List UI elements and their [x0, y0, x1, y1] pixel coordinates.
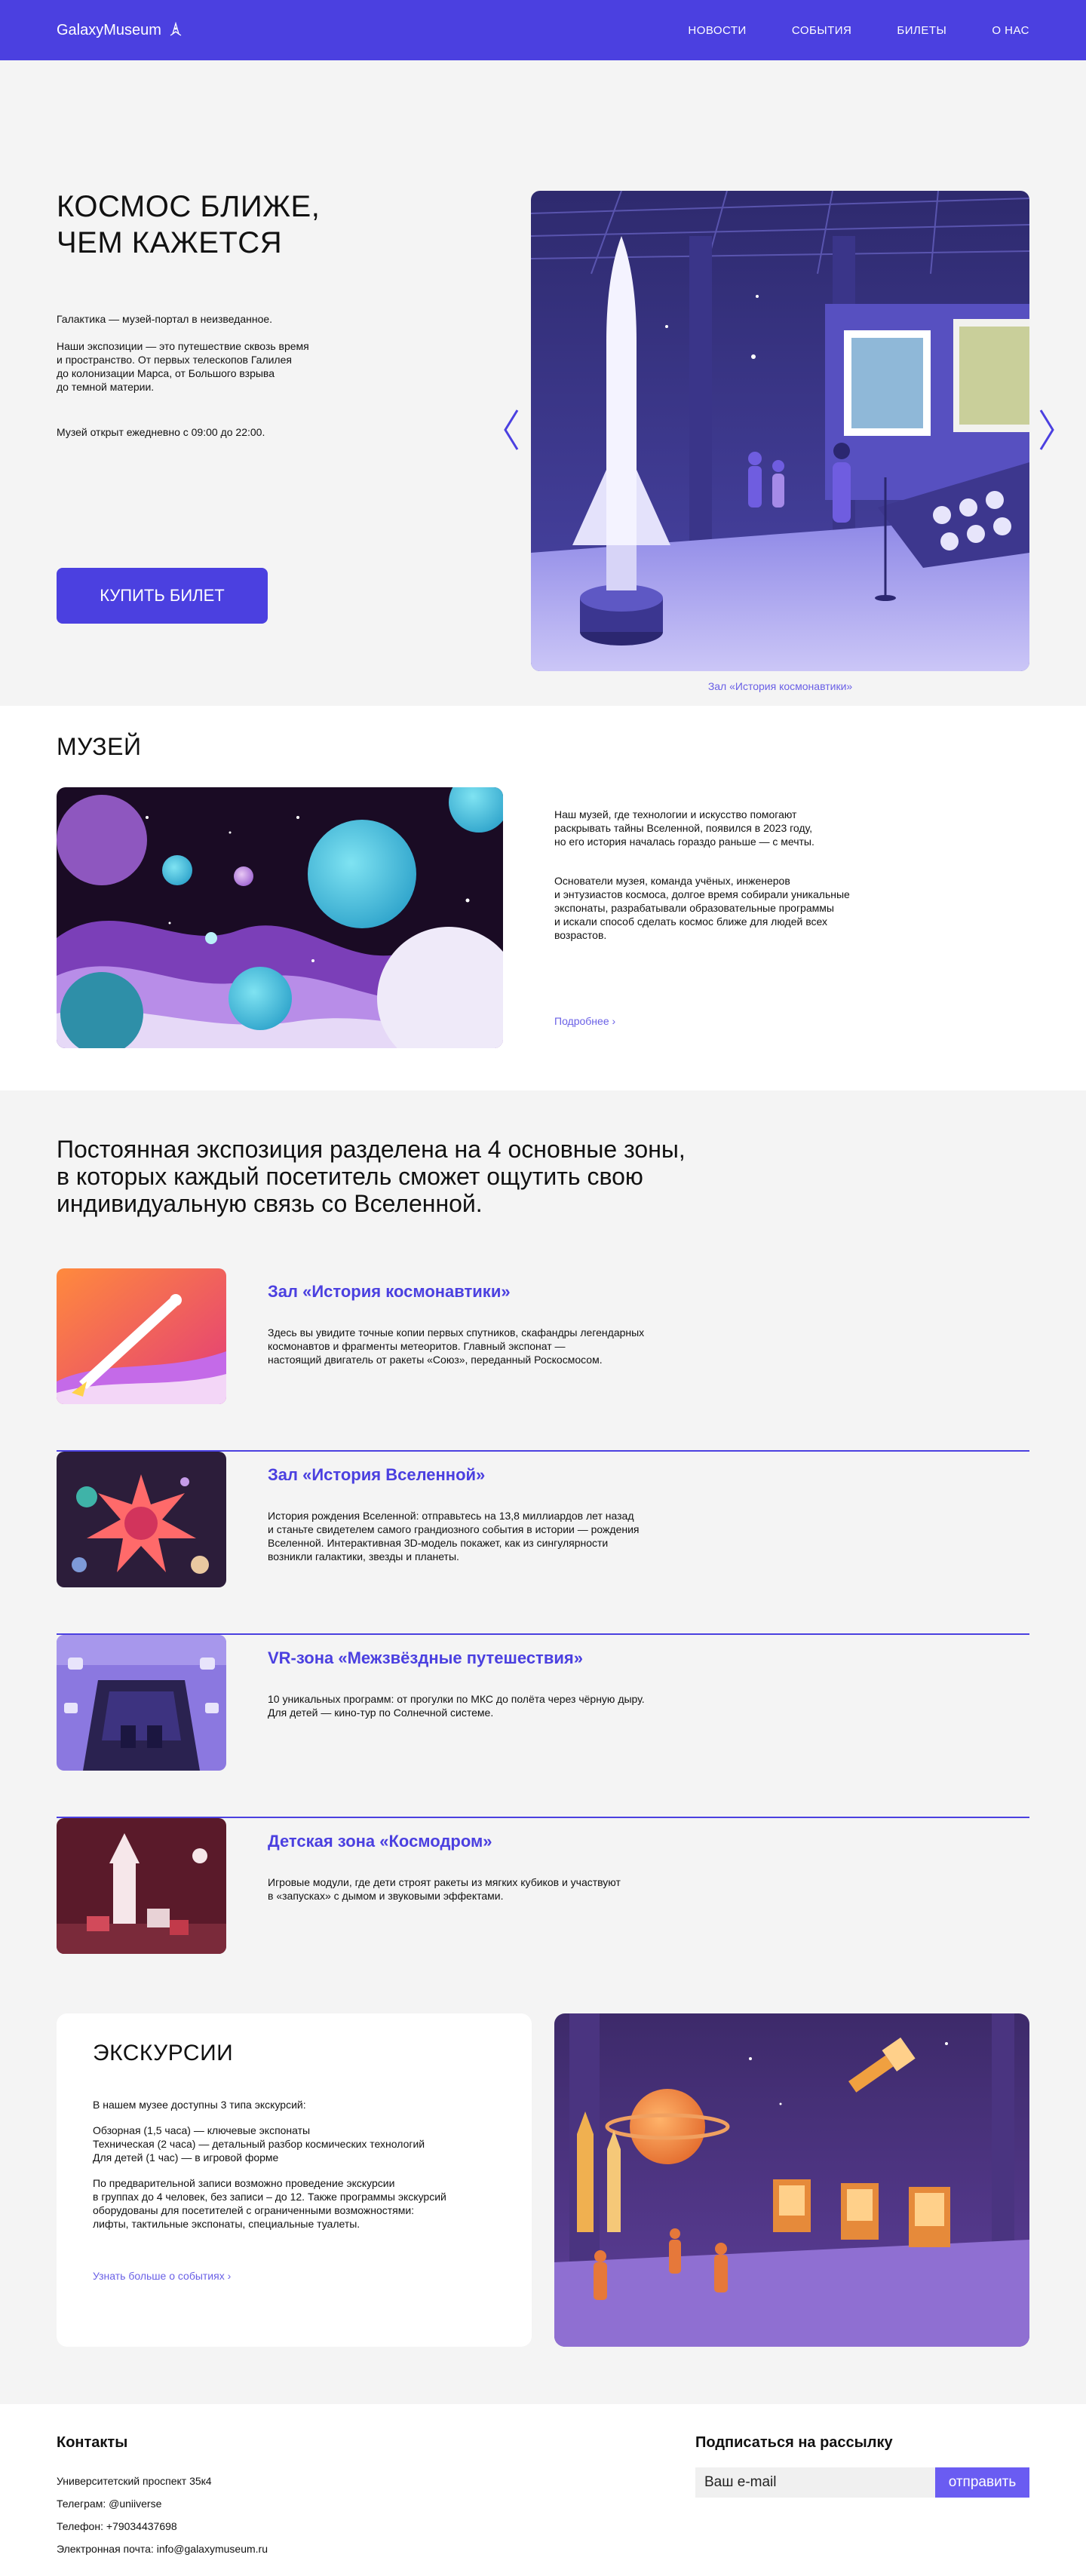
- hero-intro: Галактика — музей-портал в неизведанное.: [57, 313, 273, 325]
- museum-more-link[interactable]: Подробнее ›: [554, 1015, 615, 1027]
- museum-title: МУЗЕЙ: [57, 733, 142, 760]
- site-footer: Контакты Университетский проспект 35к4 Т…: [0, 2404, 1086, 2576]
- events-more-link[interactable]: Узнать больше о событиях ›: [93, 2270, 231, 2282]
- zones-title: Постоянная экспозиция разделена на 4 осн…: [57, 1136, 686, 1217]
- museum-paragraph-1: Наш музей, где технологии и искусство по…: [554, 808, 814, 848]
- zone-image-kids: [57, 1818, 226, 1954]
- hero-title-line1: КОСМОС БЛИЖЕ,: [57, 190, 321, 223]
- contact-email[interactable]: Электронная почта: info@galaxymuseum.ru: [57, 2543, 268, 2555]
- zone-item[interactable]: Зал «История Вселенной» История рождения…: [57, 1452, 1029, 1635]
- excursions-card: ЭКСКУРСИИ В нашем музее доступны 3 типа …: [57, 2013, 532, 2347]
- zone-title[interactable]: Зал «История космонавтики»: [268, 1282, 511, 1302]
- chevron-right-icon[interactable]: [1038, 407, 1057, 452]
- museum-paragraph-2: Основатели музея, команда учёных, инжене…: [554, 875, 850, 941]
- hero-title: КОСМОС БЛИЖЕ, ЧЕМ КАЖЕТСЯ: [57, 189, 373, 261]
- logo[interactable]: GalaxyMuseum: [57, 22, 184, 39]
- logo-text: GalaxyMuseum: [57, 21, 161, 38]
- hero-image-caption: Зал «История космонавтики»: [707, 680, 853, 692]
- nav-about[interactable]: О НАС: [992, 24, 1029, 37]
- excursions-groups: По предварительной записи возможно прове…: [93, 2177, 446, 2230]
- zone-list: Зал «История космонавтики» Здесь вы увид…: [57, 1268, 1029, 2001]
- museum-section: МУЗЕЙ Наш музей, где технологии и искусс…: [0, 706, 1086, 1090]
- zone-description: Игровые модули, где дети строят ракеты и…: [268, 1876, 621, 1902]
- zone-image-universe: [57, 1452, 226, 1587]
- send-button[interactable]: отправить: [935, 2467, 1029, 2498]
- zone-description: История рождения Вселенной: отправьтесь …: [268, 1510, 640, 1562]
- zone-description: Здесь вы увидите точные копии первых спу…: [268, 1326, 645, 1366]
- hero-image-cosmonautics-hall: [531, 191, 1029, 671]
- email-input[interactable]: [695, 2467, 935, 2498]
- museum-description: Наш музей, где технологии и искусство по…: [554, 808, 886, 942]
- nav-events[interactable]: СОБЫТИЯ: [792, 24, 852, 37]
- hero-hours: Музей открыт ежедневно с 09:00 до 22:00.: [57, 426, 265, 438]
- zone-image-vr: [57, 1635, 226, 1771]
- contact-address: Университетский проспект 35к4: [57, 2475, 212, 2487]
- zone-title[interactable]: VR-зона «Межзвёздные путешествия»: [268, 1648, 583, 1668]
- excursions-types: Обзорная (1,5 часа) — ключевые экспонаты…: [93, 2124, 425, 2164]
- rocket-logo-icon: [170, 22, 182, 36]
- hero-body: Наши экспозиции — это путешествие сквозь…: [57, 340, 309, 393]
- zone-item[interactable]: VR-зона «Межзвёздные путешествия» 10 уни…: [57, 1635, 1029, 1818]
- excursions-title: ЭКСКУРСИИ: [93, 2041, 234, 2065]
- hero-text: КОСМОС БЛИЖЕ, ЧЕМ КАЖЕТСЯ Галактика — му…: [57, 189, 373, 439]
- excursions-intro: В нашем музее доступны 3 типа экскурсий:: [93, 2099, 306, 2111]
- contacts-title: Контакты: [57, 2434, 128, 2451]
- chevron-left-icon[interactable]: [501, 407, 520, 452]
- zone-description: 10 уникальных программ: от прогулки по М…: [268, 1693, 645, 1719]
- zone-image-cosmonautics: [57, 1268, 226, 1404]
- hero-title-line2: ЧЕМ КАЖЕТСЯ: [57, 226, 283, 259]
- nav-news[interactable]: НОВОСТИ: [688, 24, 746, 37]
- buy-ticket-button[interactable]: КУПИТЬ БИЛЕТ: [57, 568, 268, 624]
- contact-telegram[interactable]: Телеграм: @uniiverse: [57, 2498, 161, 2510]
- subscribe-title: Подписаться на рассылку: [695, 2434, 893, 2451]
- excursions-image: [554, 2013, 1029, 2347]
- zone-item[interactable]: Зал «История космонавтики» Здесь вы увид…: [57, 1268, 1029, 1452]
- nav-tickets[interactable]: БИЛЕТЫ: [897, 24, 946, 37]
- zone-item[interactable]: Детская зона «Космодром» Игровые модули,…: [57, 1818, 1029, 2001]
- main-nav: НОВОСТИ СОБЫТИЯ БИЛЕТЫ О НАС: [688, 24, 1029, 37]
- site-header: GalaxyMuseum НОВОСТИ СОБЫТИЯ БИЛЕТЫ О НА…: [0, 0, 1086, 60]
- hero-section: КОСМОС БЛИЖЕ, ЧЕМ КАЖЕТСЯ Галактика — му…: [0, 60, 1086, 706]
- museum-image-planets: [57, 787, 503, 1048]
- zones-section: Постоянная экспозиция разделена на 4 осн…: [0, 1090, 1086, 2404]
- zone-title[interactable]: Зал «История Вселенной»: [268, 1465, 485, 1485]
- contact-phone[interactable]: Телефон: +79034437698: [57, 2520, 177, 2532]
- zone-title[interactable]: Детская зона «Космодром»: [268, 1832, 492, 1851]
